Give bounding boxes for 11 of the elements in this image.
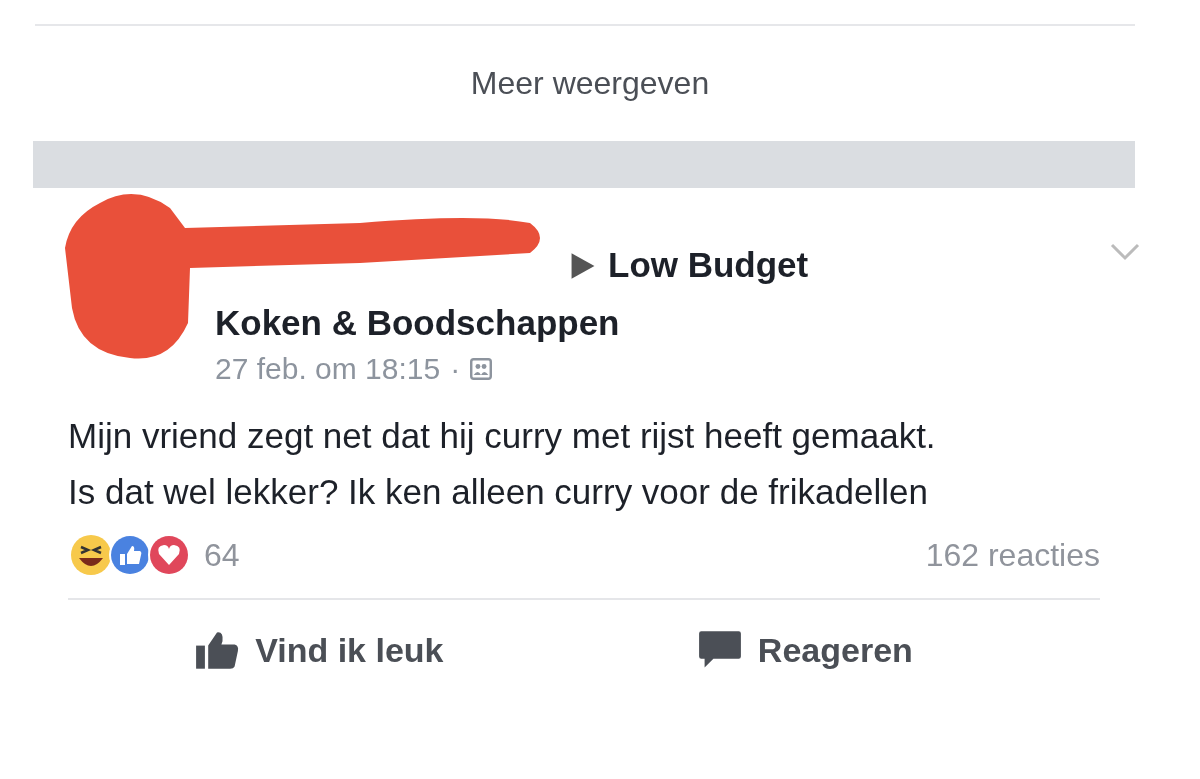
- post-text: Mijn vriend zegt net dat hij curry met rijst heeft gemaakt. Is dat wel lekker? Ik ken alleen curry voor de frikadellen: [68, 415, 937, 513]
- speech-bubble-icon: [697, 630, 742, 670]
- group-link[interactable]: Low Budget: [608, 245, 809, 284]
- action-button[interactable]: Reageren: [689, 626, 921, 674]
- action-button[interactable]: Vind ik leuk: [187, 626, 452, 674]
- thumbs-up-icon: [195, 630, 240, 670]
- group-link[interactable]: Koken & Boodschappen: [215, 303, 620, 342]
- separator: ·: [450, 352, 461, 386]
- audience-icon: [470, 358, 493, 380]
- triangle-icon: [570, 252, 596, 280]
- more-link[interactable]: Meer weergeven: [470, 65, 710, 102]
